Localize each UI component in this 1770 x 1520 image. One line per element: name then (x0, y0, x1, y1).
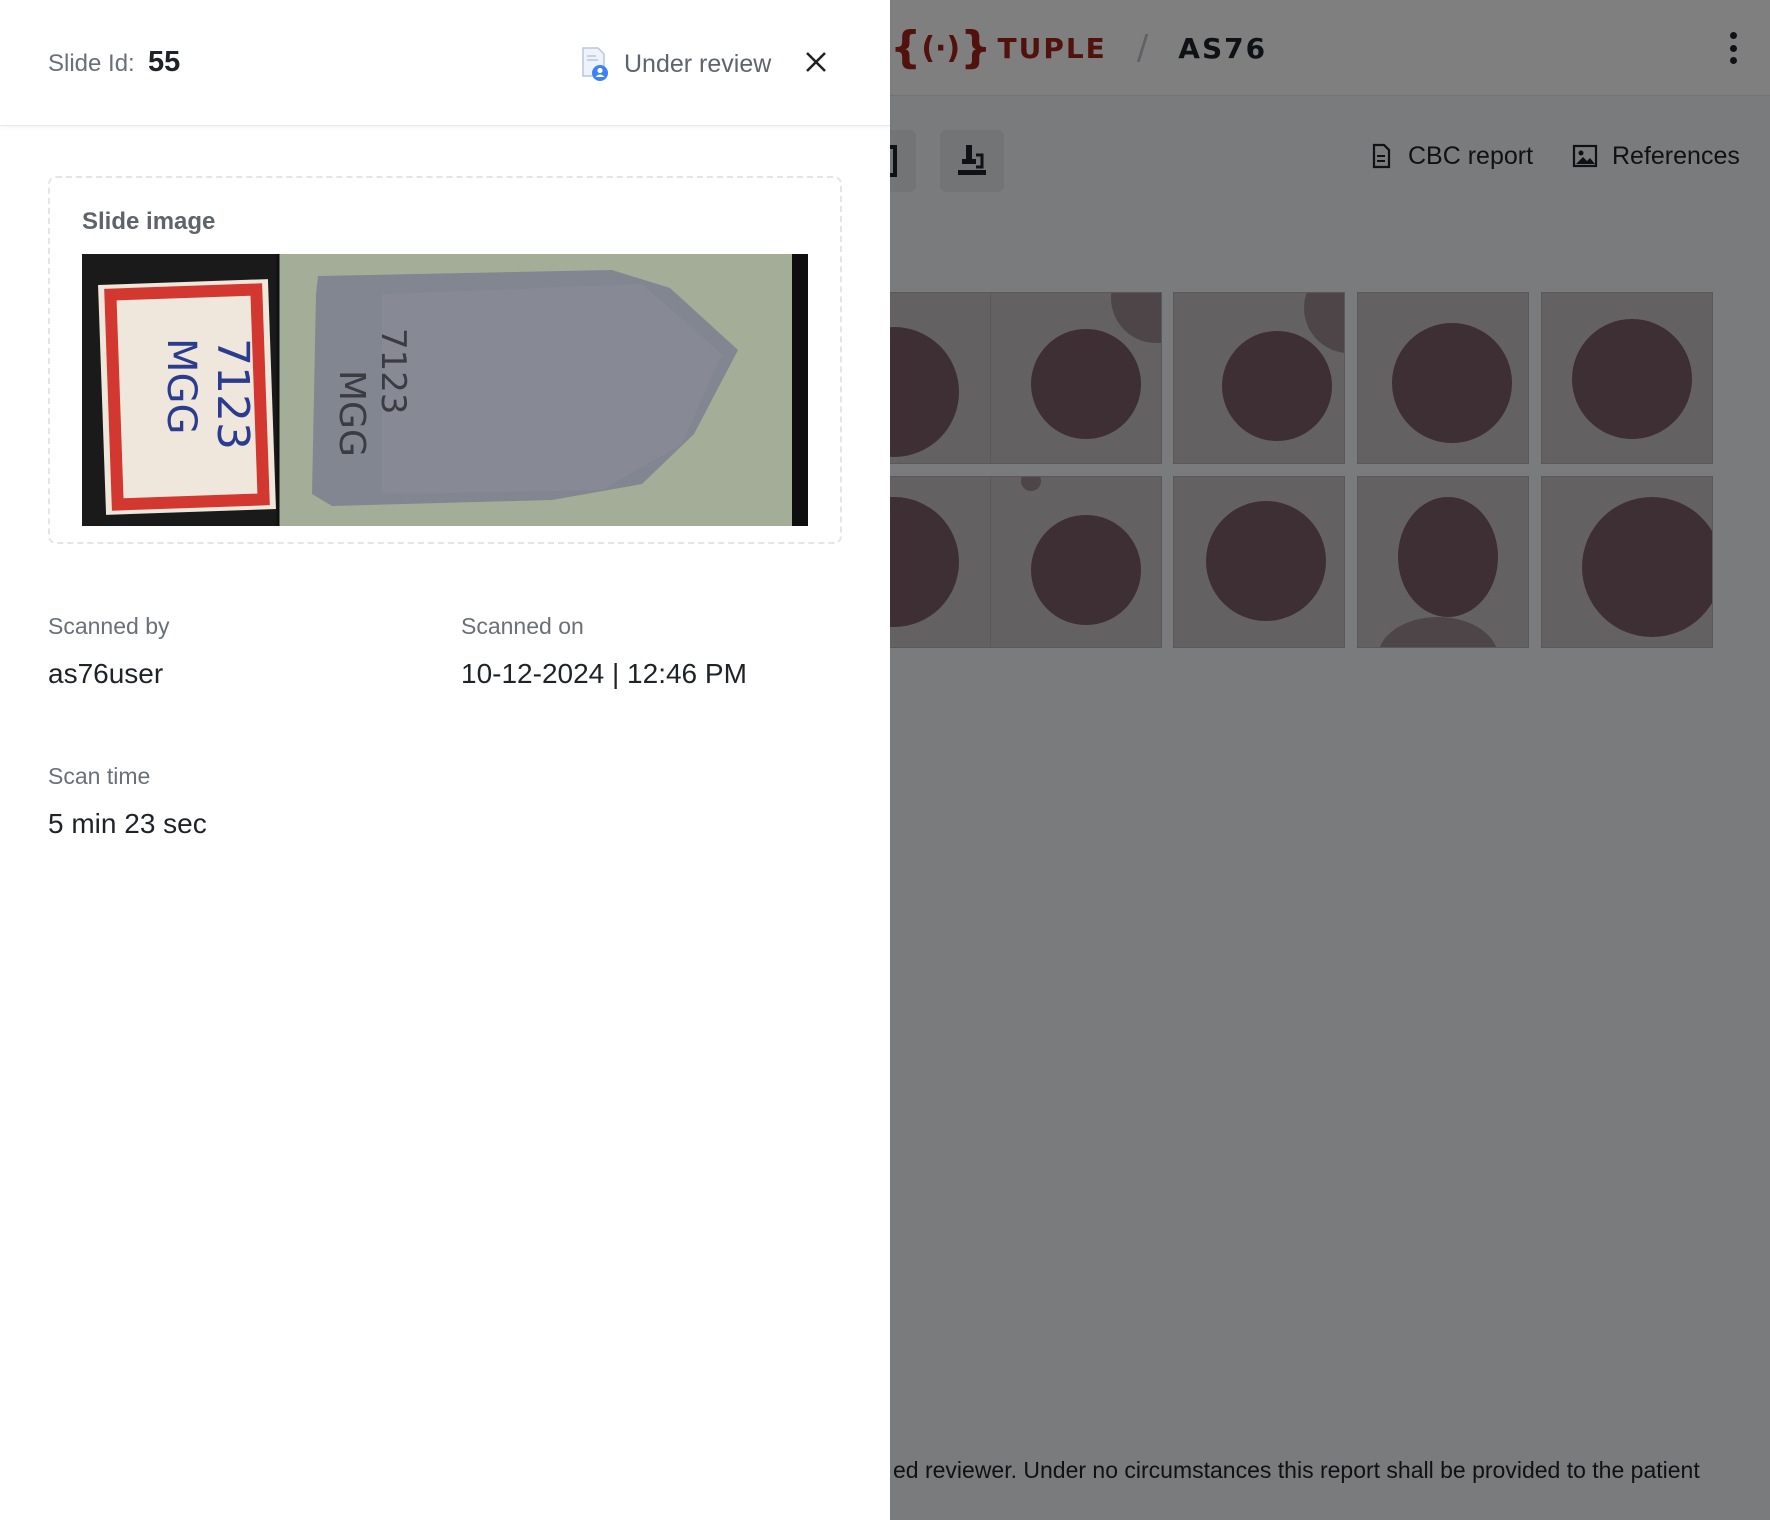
slide-id-value: 55 (148, 46, 181, 78)
svg-text:7123: 7123 (207, 338, 258, 450)
scanned-by-value: as76user (48, 658, 164, 689)
close-icon (806, 52, 826, 72)
slide-image[interactable]: 7123 MGG 7123 MGG (82, 254, 808, 526)
svg-text:7123: 7123 (373, 328, 413, 415)
slide-details-drawer: Slide Id: 55 Under review Slide image 71… (0, 0, 890, 1520)
slide-id-label: Slide Id: (48, 50, 135, 77)
scanned-on-value: 10-12-2024 | 12:46 PM (461, 658, 747, 689)
svg-text:MGG: MGG (158, 338, 204, 435)
slide-label-text: 7123 MGG (158, 338, 258, 450)
close-button[interactable] (800, 46, 832, 78)
scan-time-value: 5 min 23 sec (48, 808, 207, 839)
user-document-icon (582, 47, 608, 81)
status-label: Under review (624, 49, 772, 78)
scan-time-label: Scan time (48, 763, 151, 789)
scanned-on-label: Scanned on (461, 613, 584, 639)
scanned-by-label: Scanned by (48, 613, 170, 639)
svg-text:MGG: MGG (331, 370, 372, 457)
status-badge: Under review (580, 44, 771, 84)
drawer-header: Slide Id: 55 Under review (0, 0, 890, 126)
slide-image-card: Slide image 7123 MGG 7123 MGG (48, 176, 842, 544)
slide-image-title: Slide image (82, 208, 216, 235)
